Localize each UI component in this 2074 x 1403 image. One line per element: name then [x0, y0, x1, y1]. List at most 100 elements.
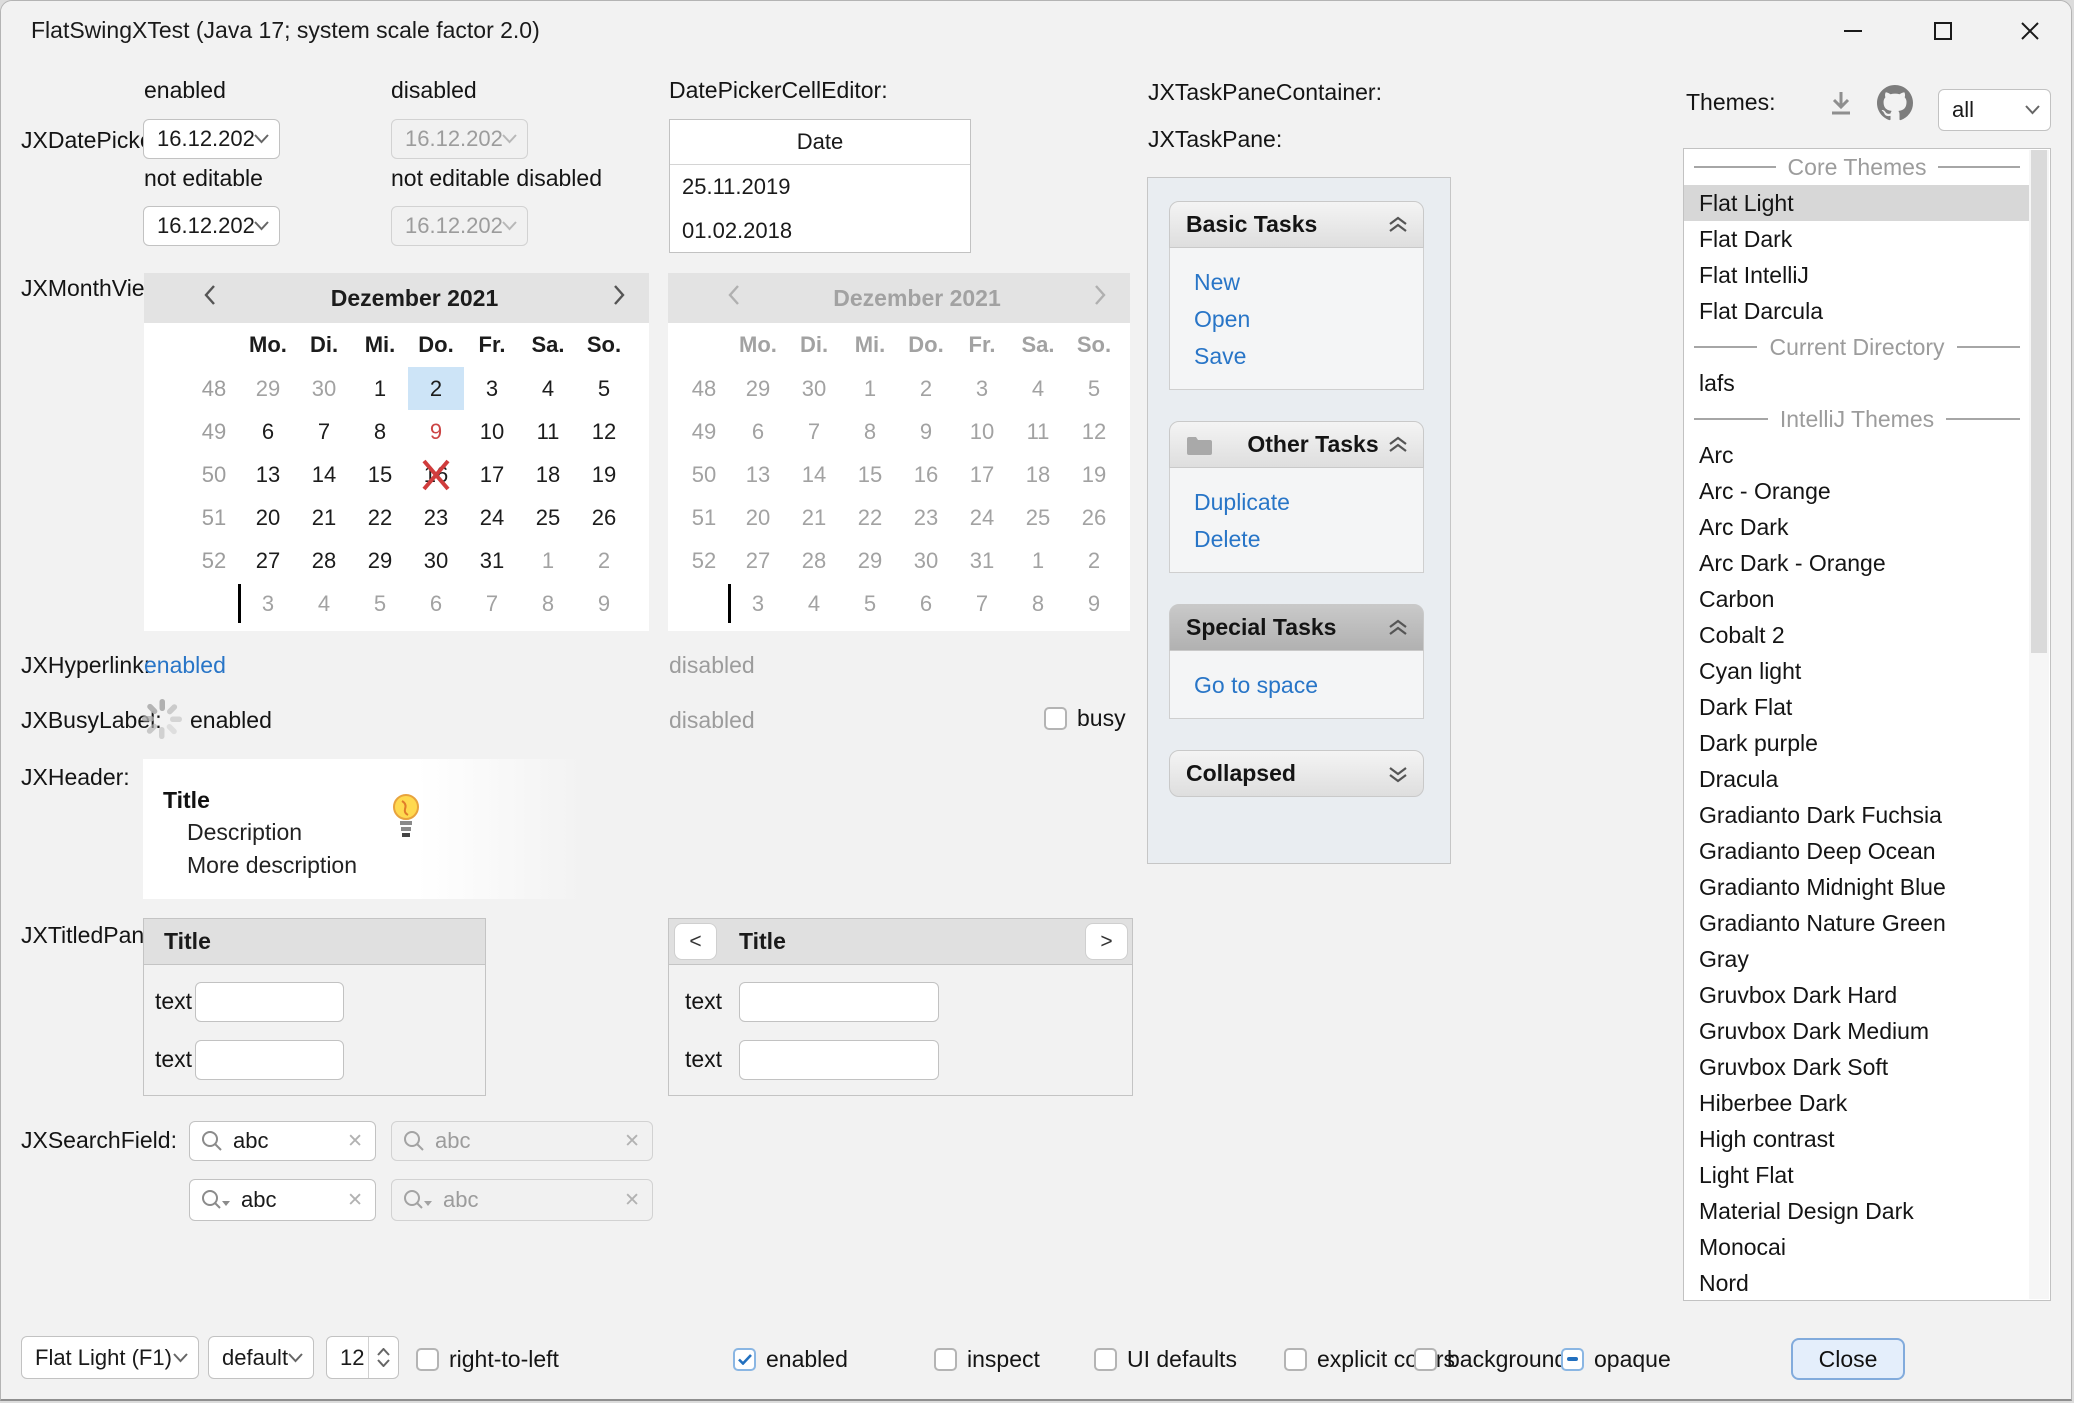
theme-item[interactable]: Gradianto Midnight Blue — [1684, 869, 2030, 905]
clear-icon[interactable]: ✕ — [347, 1130, 363, 1153]
theme-item[interactable]: lafs — [1684, 365, 2030, 401]
search-field-enabled[interactable]: abc ✕ — [189, 1121, 376, 1161]
checkbox[interactable] — [416, 1348, 439, 1371]
theme-item[interactable]: Gradianto Dark Fuchsia — [1684, 797, 2030, 833]
taskpane-header[interactable]: Special Tasks — [1169, 604, 1424, 651]
calendar-day[interactable]: 13 — [240, 453, 296, 496]
theme-item[interactable]: Light Flat — [1684, 1157, 2030, 1193]
maximize-button[interactable] — [1913, 1, 1973, 61]
calendar-day[interactable]: 21 — [296, 496, 352, 539]
theme-item[interactable]: Carbon — [1684, 581, 2030, 617]
search-value[interactable]: abc — [223, 1128, 347, 1154]
calendar-day[interactable]: 29 — [240, 367, 296, 410]
calendar-day[interactable]: 4 — [520, 367, 576, 410]
calendar-day[interactable]: 20 — [240, 496, 296, 539]
close-window-button[interactable] — [2000, 1, 2060, 61]
theme-item[interactable]: Flat Darcula — [1684, 293, 2030, 329]
minimize-button[interactable] — [1823, 1, 1883, 61]
hyperlink-enabled[interactable]: enabled — [144, 652, 226, 679]
taskpane-link[interactable]: New — [1194, 264, 1423, 301]
taskpane-link[interactable]: Delete — [1194, 521, 1423, 558]
calendar-day[interactable]: 1 — [352, 367, 408, 410]
prev-month-button[interactable] — [202, 283, 218, 313]
taskpane-header[interactable]: Basic Tasks — [1169, 201, 1424, 248]
theme-item[interactable]: Flat Light — [1684, 185, 2030, 221]
scale-combo[interactable]: default — [208, 1336, 314, 1379]
theme-item[interactable]: Flat IntelliJ — [1684, 257, 2030, 293]
titled-panel-prev-button[interactable]: < — [674, 923, 717, 960]
datepicker-enabled[interactable]: 16.12.2021 — [143, 119, 280, 159]
titled-panel-next-button[interactable]: > — [1085, 923, 1128, 960]
calendar-day[interactable]: 23 — [408, 496, 464, 539]
themes-scrollbar-thumb[interactable] — [2031, 150, 2047, 653]
text-input[interactable] — [739, 982, 939, 1022]
spinner-arrows[interactable] — [368, 1337, 398, 1378]
taskpane-header[interactable]: Other Tasks — [1169, 421, 1424, 468]
theme-item[interactable]: Cobalt 2 — [1684, 617, 2030, 653]
calendar-day[interactable]: 31 — [464, 539, 520, 582]
theme-item[interactable]: Material Design Dark — [1684, 1193, 2030, 1229]
calendar-day[interactable]: 27 — [240, 539, 296, 582]
checkbox[interactable] — [1561, 1348, 1584, 1371]
calendar-day[interactable]: 10 — [464, 410, 520, 453]
calendar-day[interactable]: 29 — [352, 539, 408, 582]
taskpane-link[interactable]: Duplicate — [1194, 484, 1423, 521]
theme-item[interactable]: Gruvbox Dark Medium — [1684, 1013, 2030, 1049]
calendar-day[interactable]: 25 — [520, 496, 576, 539]
calendar-day[interactable]: 3 — [240, 582, 296, 625]
date-table-row[interactable]: 25.11.2019 — [670, 165, 970, 209]
calendar-day[interactable]: 28 — [296, 539, 352, 582]
theme-item[interactable]: Gray — [1684, 941, 2030, 977]
font-size-spinner[interactable]: 12 — [326, 1336, 399, 1379]
calendar-day[interactable]: 5 — [352, 582, 408, 625]
checkbox[interactable] — [1094, 1348, 1117, 1371]
calendar-day[interactable]: 11 — [520, 410, 576, 453]
text-input[interactable] — [195, 982, 344, 1022]
themes-scrollbar[interactable] — [2029, 150, 2049, 1299]
taskpane-link[interactable]: Open — [1194, 301, 1423, 338]
theme-item[interactable]: Flat Dark — [1684, 221, 2030, 257]
datepicker-noteditable[interactable]: 16.12.2021 — [143, 206, 280, 246]
checkbox[interactable] — [733, 1348, 756, 1371]
download-themes-button[interactable] — [1825, 87, 1857, 124]
taskpane-header[interactable]: Collapsed — [1169, 750, 1424, 797]
calendar-day[interactable]: 6 — [408, 582, 464, 625]
checkbox[interactable] — [1284, 1348, 1307, 1371]
calendar-day[interactable]: 1 — [520, 539, 576, 582]
calendar-day[interactable]: 15 — [352, 453, 408, 496]
theme-item[interactable]: Dark Flat — [1684, 689, 2030, 725]
calendar-day[interactable]: 14 — [296, 453, 352, 496]
theme-item[interactable]: Gruvbox Dark Soft — [1684, 1049, 2030, 1085]
theme-item[interactable]: Arc Dark - Orange — [1684, 545, 2030, 581]
search-value[interactable]: abc — [231, 1187, 347, 1213]
checkbox[interactable] — [934, 1348, 957, 1371]
calendar-day[interactable]: 3 — [464, 367, 520, 410]
taskpane-link[interactable]: Save — [1194, 338, 1423, 375]
calendar-day[interactable]: 9 — [408, 410, 464, 453]
theme-item[interactable]: Hiberbee Dark — [1684, 1085, 2030, 1121]
calendar-day[interactable]: 8 — [520, 582, 576, 625]
calendar-day[interactable]: 9 — [576, 582, 632, 625]
checkbox-item-right-to-left[interactable]: right-to-left — [416, 1345, 559, 1373]
text-input[interactable] — [739, 1040, 939, 1080]
calendar-day[interactable]: 6 — [240, 410, 296, 453]
checkbox-item-ui-defaults[interactable]: UI defaults — [1094, 1345, 1237, 1373]
theme-item[interactable]: Dracula — [1684, 761, 2030, 797]
busy-checkbox[interactable] — [1044, 707, 1067, 730]
clear-icon[interactable]: ✕ — [347, 1189, 363, 1212]
calendar-day[interactable]: 26 — [576, 496, 632, 539]
calendar-day[interactable]: 19 — [576, 453, 632, 496]
themes-filter-combo[interactable]: all — [1938, 89, 2051, 131]
theme-item[interactable]: Cyan light — [1684, 653, 2030, 689]
calendar-day[interactable]: 12 — [576, 410, 632, 453]
calendar-day[interactable]: 22 — [352, 496, 408, 539]
calendar-day[interactable]: 30 — [296, 367, 352, 410]
calendar-day[interactable]: 8 — [352, 410, 408, 453]
busy-checkbox-item[interactable]: busy — [1044, 704, 1126, 732]
taskpane-link[interactable]: Go to space — [1194, 667, 1423, 704]
calendar-day[interactable]: 5 — [576, 367, 632, 410]
theme-item[interactable]: Gruvbox Dark Hard — [1684, 977, 2030, 1013]
checkbox-item-inspect[interactable]: inspect — [934, 1345, 1040, 1373]
theme-item[interactable]: Arc - Orange — [1684, 473, 2030, 509]
calendar-day[interactable]: 2 — [576, 539, 632, 582]
